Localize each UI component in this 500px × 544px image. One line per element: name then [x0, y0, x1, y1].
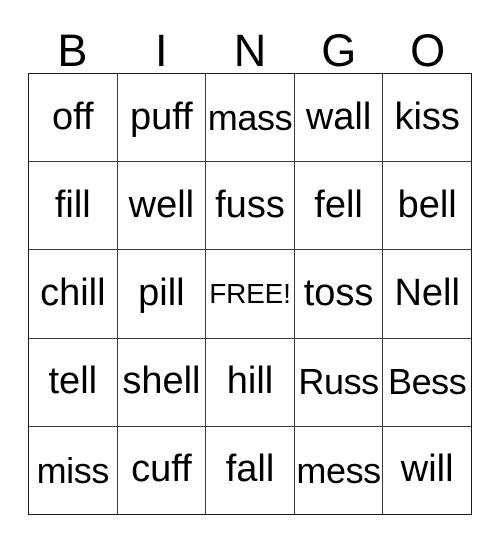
- bingo-cell[interactable]: fall: [205, 426, 294, 515]
- header-letter-text: I: [154, 25, 168, 76]
- bingo-cell[interactable]: tell: [29, 339, 117, 426]
- bingo-header-letter-o: O: [383, 18, 472, 73]
- bingo-cell[interactable]: well: [116, 162, 206, 250]
- bingo-cell[interactable]: fell: [293, 162, 383, 250]
- bingo-cell[interactable]: toss: [293, 250, 383, 338]
- bingo-cell-label: tell: [48, 360, 98, 403]
- bingo-cell-label: will: [400, 448, 454, 491]
- bingo-cell[interactable]: will: [382, 426, 471, 515]
- bingo-cell-label: miss: [36, 449, 110, 491]
- header-letter-text: O: [410, 25, 446, 76]
- bingo-cell[interactable]: Bess: [382, 338, 471, 426]
- bingo-row: off puff mass wall kiss: [29, 74, 471, 162]
- bingo-cell-label: wall: [305, 95, 372, 138]
- bingo-free-label: FREE!: [209, 278, 291, 310]
- bingo-cell[interactable]: hill: [205, 338, 294, 426]
- header-letter-text: B: [57, 25, 88, 76]
- bingo-header-row: B I N G O: [28, 18, 472, 73]
- bingo-cell-label: fell: [314, 183, 363, 226]
- bingo-cell-label: Bess: [387, 361, 467, 403]
- bingo-header-letter-b: B: [28, 18, 117, 73]
- bingo-cell-label: fill: [54, 183, 91, 226]
- bingo-cell[interactable]: Nell: [382, 250, 471, 338]
- bingo-cell-label: Russ: [298, 361, 379, 403]
- bingo-cell[interactable]: mess: [293, 426, 383, 515]
- bingo-cell-label: well: [128, 183, 195, 226]
- bingo-cell[interactable]: pill: [116, 250, 206, 338]
- bingo-cell[interactable]: off: [29, 74, 117, 161]
- bingo-cell[interactable]: puff: [116, 74, 206, 162]
- bingo-header-letter-g: G: [294, 18, 383, 73]
- bingo-row: tell shell hill Russ Bess: [29, 337, 471, 426]
- bingo-cell[interactable]: miss: [29, 427, 117, 514]
- bingo-cell-label: puff: [130, 95, 193, 138]
- bingo-cell-label: kiss: [394, 95, 460, 138]
- bingo-cell-label: pill: [138, 272, 185, 315]
- bingo-cell-label: bell: [397, 183, 457, 226]
- bingo-cell[interactable]: wall: [293, 74, 383, 162]
- bingo-row: fill well fuss fell bell: [29, 161, 471, 250]
- bingo-free-cell[interactable]: FREE!: [205, 250, 294, 338]
- bingo-cell-label: cuff: [131, 448, 192, 491]
- bingo-header-letter-i: I: [117, 18, 206, 73]
- bingo-cell[interactable]: cuff: [116, 426, 206, 515]
- header-letter-text: G: [321, 25, 357, 76]
- bingo-cell-label: shell: [122, 360, 201, 403]
- bingo-cell-label: Nell: [394, 272, 460, 315]
- bingo-cell-label: off: [52, 95, 94, 138]
- bingo-cell[interactable]: mass: [205, 74, 294, 162]
- bingo-cell-label: toss: [303, 272, 374, 315]
- bingo-cell[interactable]: Russ: [293, 338, 383, 426]
- bingo-cell-label: mass: [207, 96, 293, 138]
- bingo-cell[interactable]: chill: [29, 250, 117, 337]
- bingo-cell-label: fall: [225, 448, 275, 491]
- bingo-row: chill pill FREE! toss Nell: [29, 249, 471, 338]
- bingo-cell[interactable]: fuss: [205, 162, 294, 250]
- bingo-cell[interactable]: kiss: [382, 74, 471, 162]
- header-letter-text: N: [233, 25, 267, 76]
- bingo-cell[interactable]: bell: [382, 162, 471, 250]
- bingo-cell[interactable]: shell: [116, 338, 206, 426]
- bingo-cell-label: chill: [40, 272, 106, 315]
- bingo-row: miss cuff fall mess will: [29, 425, 471, 515]
- bingo-grid: off puff mass wall kiss fill well fuss f…: [28, 73, 472, 515]
- bingo-cell-label: hill: [226, 360, 274, 403]
- bingo-cell[interactable]: fill: [29, 162, 117, 249]
- bingo-card: B I N G O off puff mass wall kiss fill w…: [0, 0, 500, 544]
- bingo-header-letter-n: N: [206, 18, 295, 73]
- bingo-cell-label: mess: [296, 449, 381, 491]
- bingo-cell-label: fuss: [215, 183, 285, 226]
